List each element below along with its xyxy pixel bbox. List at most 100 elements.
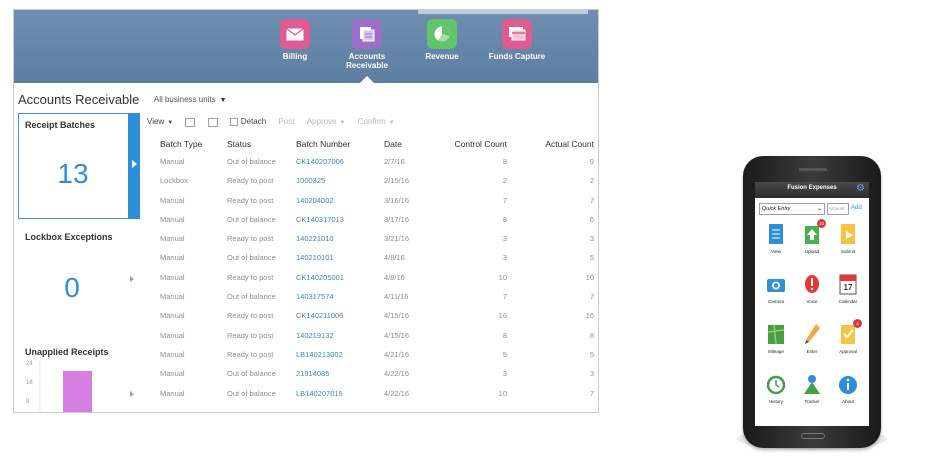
cell-batch-number[interactable]: 1000325 [296,171,325,190]
view-menu[interactable]: View ▼ [147,117,173,126]
nav-accounts-receivable[interactable]: Accounts Receivable [329,19,405,70]
cell-control-count: 3 [502,369,507,379]
amount-input[interactable]: Amount [827,203,849,215]
freeze-icon[interactable] [185,117,196,127]
tile-enter[interactable]: Enter [795,322,829,354]
confirm-menu[interactable]: Confirm ▼ [358,117,395,126]
caret-down-icon: ▼ [388,120,395,127]
cell-actual-count: 7 [589,292,594,302]
tile-camera[interactable]: Camera [759,272,793,304]
post-button[interactable]: Post [278,117,294,126]
cell-batch-number[interactable]: 140219132 [296,326,334,345]
cell-actual-count: 7 [589,195,594,205]
column-header-status[interactable]: Status [227,136,251,152]
cell-status: Ready to post [227,234,274,244]
table-row[interactable]: Manual Ready to post CK140211006 4/15/16 16 1… [147,306,597,325]
cell-batch-type: Manual [160,292,185,302]
table-row[interactable]: Manual Ready to post 140204002 3/16/16 7 7 [147,191,597,210]
cell-batch-number[interactable]: CK140207006 [296,152,344,171]
cell-batch-number[interactable]: CK140317013 [296,210,344,229]
tile-upload[interactable]: 10 Upload [795,219,829,254]
cell-batch-number[interactable]: CK140205001 [296,268,344,287]
detach-button[interactable]: Detach [229,117,266,126]
tile-label: View [771,249,781,254]
cell-batch-number[interactable]: 140317574 [296,287,334,306]
cell-batch-number[interactable]: 140210101 [296,248,334,267]
tile-view[interactable]: View [759,222,793,254]
nav-revenue[interactable]: Revenue [404,19,480,61]
tile-approval[interactable]: 4 Approval [831,319,865,354]
cell-batch-number[interactable]: 140204002 [296,191,334,210]
tile-voice[interactable]: Voice [795,272,829,304]
tile-about[interactable]: About [831,372,865,404]
tile-history[interactable]: History [759,372,793,404]
cell-batch-number[interactable]: LB140213002 [296,345,343,364]
cell-batch-number[interactable]: 140221010 [296,229,334,248]
tile-calendar[interactable]: 17 Calendar [831,272,865,304]
microphone-icon [802,272,822,296]
approve-menu[interactable]: Approve ▼ [307,117,346,126]
tile-label: Upload [804,249,820,254]
tile-mileage[interactable]: Mileage [759,322,793,354]
table-row[interactable]: Manual Ready to post 140221010 3/21/16 3 3 [147,229,597,248]
tile-submit[interactable]: Submit [831,222,865,254]
column-header-batch-number[interactable]: Batch Number [296,136,350,152]
cell-batch-type: Lockbox [160,176,188,186]
column-header-batch-type[interactable]: Batch Type [160,136,202,152]
cell-date: 3/16/16 [384,195,410,205]
cell-status: Out of balance [227,253,276,263]
cell-batch-type: Manual [160,272,185,282]
cell-status: Out of balance [227,214,276,224]
quick-entry-select[interactable]: Quick Entry ⌄ [759,203,825,215]
cell-control-count: 8 [502,330,507,340]
cell-status: Out of balance [227,369,276,379]
table-row[interactable]: Manual Out of balance CK140317013 3/17/16 8 6 [147,210,597,229]
business-unit-selector[interactable]: All business units ▼ [154,95,227,104]
unapplied-receipts-bar [63,371,92,412]
cell-batch-number[interactable]: CK140211006 [296,306,343,325]
table-row[interactable]: Lockbox Ready to post 1000325 2/15/16 2 2 [147,171,597,190]
table-row[interactable]: Manual Out of balance 140210101 4/8/16 3 5 [147,248,597,267]
phone-app-header: Fusion Expenses ⚙ [755,182,869,198]
approve-label: Approve [306,117,337,127]
checklist-icon: 4 [838,319,862,346]
table-row[interactable]: Manual Out of balance CK140207006 2/7/16 8 9 [147,152,597,171]
wrap-icon[interactable] [207,117,218,127]
cell-actual-count: 7 [589,388,594,398]
column-header-actual-count[interactable]: Actual Count [545,136,594,152]
table-row[interactable]: Manual Out of balance 140317574 4/11/16 7 7 [147,287,597,306]
table-row[interactable]: Manual Ready to post CK140205001 4/8/16 10 10 [147,268,597,287]
submit-icon [838,222,858,246]
lockbox-exceptions-count[interactable]: 0 [18,272,126,304]
table-row[interactable]: Manual Out of balance 21914085 4/22/16 3 3 [147,364,597,383]
receipt-batches-expand-tab[interactable] [128,113,140,219]
nav-billing[interactable]: Billing [257,19,333,61]
cell-status: Out of balance [227,388,276,398]
unapplied-receipts-title: Unapplied Receipts [25,347,109,357]
page-header: Accounts Receivable All business units ▼ [18,91,598,111]
gear-icon[interactable]: ⚙ [856,184,865,194]
cell-control-count: 16 [498,311,507,321]
receipt-batches-card[interactable]: Receipt Batches 13 [18,113,140,219]
page-title: Accounts Receivable [18,92,140,108]
cell-batch-number[interactable]: 21914085 [296,364,329,383]
cell-date: 4/8/16 [384,272,405,282]
column-header-control-count[interactable]: Control Count [455,136,507,152]
accounts-receivable-window: Billing Accounts Receivable Revenue Fund… [13,9,599,413]
column-header-date[interactable]: Date [384,136,402,152]
receipt-batches-table: Batch Type Status Batch Number Date Cont… [147,136,597,403]
lockbox-expand-arrow-icon[interactable] [130,276,134,282]
table-row[interactable]: Manual Out of balance LB140207015 4/22/16 10… [147,384,597,403]
table-row[interactable]: Manual Ready to post LB140213002 4/21/16 5 5 [147,345,597,364]
nav-accounts-receivable-label: Accounts Receivable [346,52,388,70]
cell-batch-number[interactable]: LB140207015 [296,384,343,403]
add-link[interactable]: Add [851,203,862,213]
tile-tracker[interactable]: Tracker [795,372,829,404]
calendar-icon: 17 [838,272,858,296]
phone-frame: Fusion Expenses ⚙ Quick Entry ⌄ Amount Ad… [743,156,881,448]
table-row[interactable]: Manual Ready to post 140219132 4/15/16 8 8 [147,326,597,345]
nav-funds-capture[interactable]: Funds Capture [479,19,555,61]
phone-home-button[interactable] [801,433,825,439]
tile-label: Submit [840,249,855,254]
unapplied-expand-arrow-icon[interactable] [130,391,134,397]
